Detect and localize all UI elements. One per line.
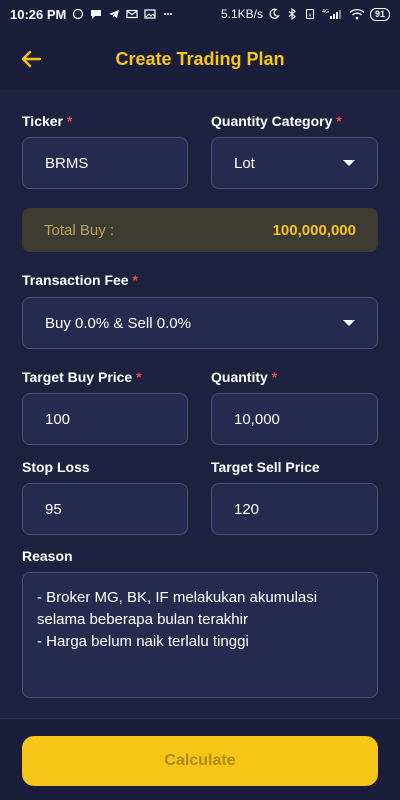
target-sell-price-label-text: Target Sell Price bbox=[211, 459, 320, 475]
ticker-label-text: Ticker bbox=[22, 113, 63, 129]
do-not-disturb-moon-icon bbox=[268, 8, 281, 20]
calculate-button[interactable]: Calculate bbox=[22, 736, 378, 786]
target-buy-price-value: 100 bbox=[45, 410, 71, 428]
back-button[interactable] bbox=[14, 42, 48, 76]
dropdown-caret-icon bbox=[343, 320, 355, 326]
cellular-signal-icon: 4G bbox=[322, 8, 344, 20]
stop-loss-label-text: Stop Loss bbox=[22, 459, 90, 475]
required-marker: * bbox=[136, 369, 142, 385]
more-dots-icon bbox=[161, 8, 174, 20]
calculate-button-label: Calculate bbox=[164, 752, 236, 769]
status-time: 10:26 PM bbox=[10, 6, 67, 22]
vibrate-icon: x bbox=[304, 8, 317, 20]
transaction-fee-label-text: Transaction Fee bbox=[22, 272, 129, 288]
total-buy-value: 100,000,000 bbox=[272, 221, 356, 239]
quantity-category-select[interactable]: Lot bbox=[211, 137, 378, 189]
page-title: Create Trading Plan bbox=[115, 48, 285, 69]
status-left: 10:26 PM bbox=[10, 7, 174, 22]
chat-icon bbox=[89, 8, 102, 20]
target-sell-price-value: 120 bbox=[234, 500, 260, 518]
battery-indicator: 91 bbox=[369, 7, 390, 21]
svg-text:x: x bbox=[309, 13, 312, 19]
target-buy-price-label-text: Target Buy Price bbox=[22, 369, 133, 385]
target-buy-price-label: Target Buy Price * bbox=[22, 369, 142, 385]
stop-loss-label: Stop Loss bbox=[22, 459, 90, 475]
required-marker: * bbox=[132, 272, 138, 288]
quantity-input[interactable]: 10,000 bbox=[211, 393, 378, 445]
total-buy-box: Total Buy : 100,000,000 bbox=[22, 208, 378, 252]
wifi-icon bbox=[349, 8, 365, 20]
ticker-input[interactable]: BRMS bbox=[22, 137, 188, 189]
app-bar: Create Trading Plan bbox=[0, 28, 400, 90]
reason-textarea[interactable]: - Broker MG, BK, IF melakukan akumulasi … bbox=[22, 572, 378, 698]
ticker-label: Ticker * bbox=[22, 113, 72, 129]
telegram-icon bbox=[107, 8, 120, 20]
reason-label-text: Reason bbox=[22, 548, 73, 564]
status-bar: 10:26 PM 5.1KB/s x 4G 91 bbox=[0, 0, 400, 28]
network-speed: 5.1KB/s bbox=[220, 7, 263, 21]
transaction-fee-select[interactable]: Buy 0.0% & Sell 0.0% bbox=[22, 297, 378, 349]
dropdown-caret-icon bbox=[343, 160, 355, 166]
target-buy-price-input[interactable]: 100 bbox=[22, 393, 188, 445]
bluetooth-icon bbox=[286, 8, 299, 20]
reason-line: selama beberapa bulan terakhir bbox=[37, 611, 248, 628]
stop-loss-value: 95 bbox=[45, 500, 62, 518]
target-sell-price-label: Target Sell Price bbox=[211, 459, 320, 475]
reason-line: - Harga belum naik terlalu tinggi bbox=[37, 633, 249, 650]
transaction-fee-value: Buy 0.0% & Sell 0.0% bbox=[45, 314, 191, 332]
quantity-label: Quantity * bbox=[211, 369, 277, 385]
total-buy-label: Total Buy : bbox=[44, 221, 115, 239]
arrow-left-icon bbox=[21, 50, 42, 68]
target-sell-price-input[interactable]: 120 bbox=[211, 483, 378, 535]
transaction-fee-label: Transaction Fee * bbox=[22, 272, 138, 288]
whatsapp-icon bbox=[71, 8, 84, 20]
quantity-category-label: Quantity Category * bbox=[211, 113, 342, 129]
status-right: 5.1KB/s x 4G 91 bbox=[221, 7, 390, 21]
reason-line: - Broker MG, BK, IF melakukan akumulasi bbox=[37, 589, 318, 606]
reason-label: Reason bbox=[22, 548, 73, 564]
ticker-value: BRMS bbox=[45, 154, 89, 172]
stop-loss-input[interactable]: 95 bbox=[22, 483, 188, 535]
mail-icon bbox=[125, 8, 138, 20]
quantity-category-label-text: Quantity Category bbox=[211, 113, 333, 129]
required-marker: * bbox=[271, 369, 278, 385]
network-type: 4G bbox=[322, 9, 329, 15]
quantity-label-text: Quantity bbox=[211, 369, 268, 385]
quantity-category-value: Lot bbox=[234, 154, 255, 172]
image-icon bbox=[143, 8, 156, 20]
required-marker: * bbox=[66, 113, 73, 129]
quantity-value: 10,000 bbox=[234, 410, 280, 428]
required-marker: * bbox=[336, 113, 342, 129]
